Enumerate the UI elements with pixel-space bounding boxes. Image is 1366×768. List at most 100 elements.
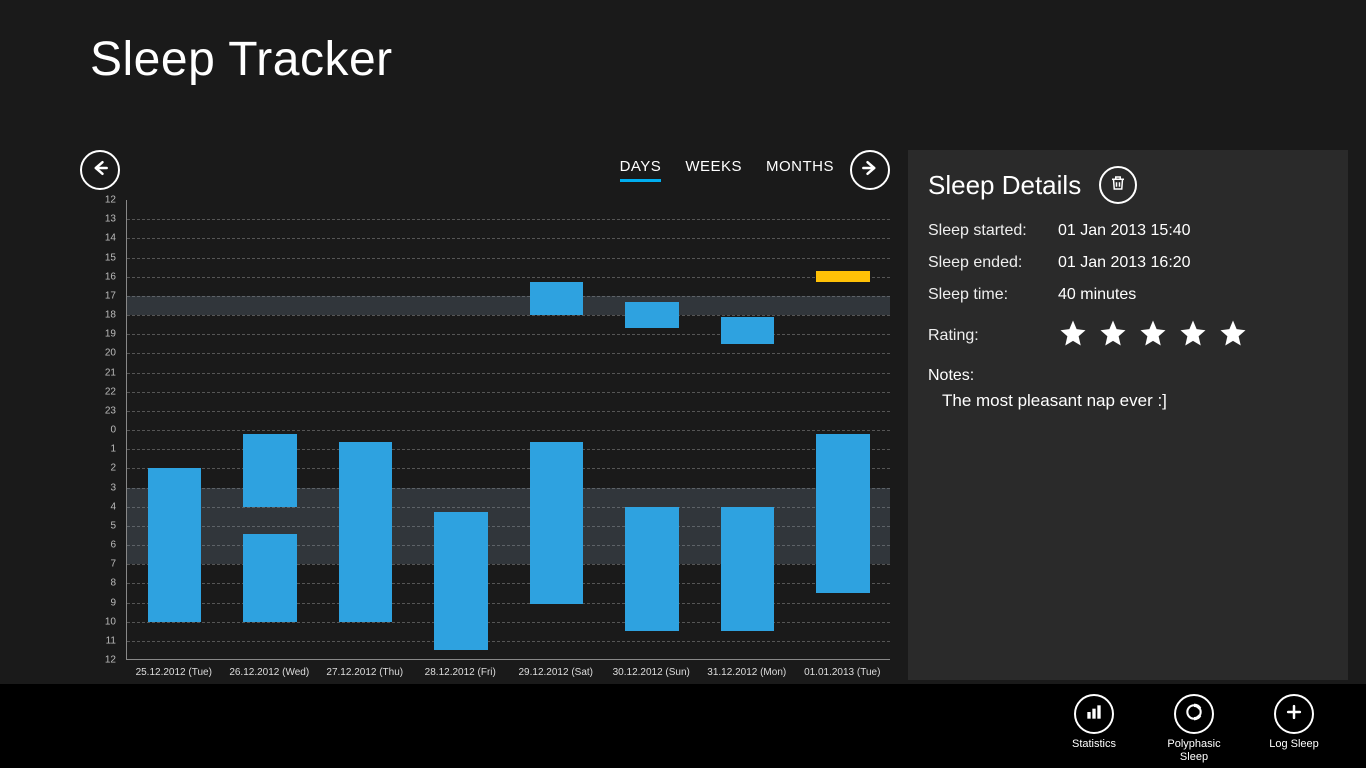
- sleep-bar[interactable]: [434, 512, 487, 650]
- sleep-bar[interactable]: [530, 442, 583, 605]
- x-tick: 26.12.2012 (Wed): [222, 667, 318, 678]
- star-icon[interactable]: [1138, 318, 1168, 353]
- y-axis: 1213141516171819202122230123456789101112: [80, 200, 122, 660]
- day-lane: [810, 200, 877, 659]
- appbar-label: PolyphasicSleep: [1167, 738, 1220, 764]
- y-tick: 20: [105, 348, 116, 359]
- sleep-bar[interactable]: [530, 282, 583, 315]
- sleep-bar[interactable]: [243, 434, 296, 507]
- star-icon[interactable]: [1058, 318, 1088, 353]
- y-tick: 0: [110, 425, 116, 436]
- details-panel: Sleep Details Sleep started: 01 Jan 2013…: [908, 150, 1348, 680]
- detail-row-time: Sleep time: 40 minutes: [928, 286, 1328, 304]
- rating-stars[interactable]: [1058, 318, 1248, 353]
- app-title: Sleep Tracker: [90, 32, 393, 87]
- sleep-bar[interactable]: [625, 507, 678, 632]
- detail-label: Rating:: [928, 327, 1058, 345]
- arrow-left-icon: [90, 158, 110, 183]
- y-tick: 10: [105, 616, 116, 627]
- bar-chart-icon: [1084, 702, 1104, 727]
- detail-row-started: Sleep started: 01 Jan 2013 15:40: [928, 222, 1328, 240]
- y-tick: 2: [110, 463, 116, 474]
- sleep-bar[interactable]: [721, 317, 774, 344]
- x-tick: 31.12.2012 (Mon): [699, 667, 795, 678]
- day-lane: [332, 200, 399, 659]
- x-tick: 25.12.2012 (Tue): [126, 667, 222, 678]
- y-tick: 16: [105, 271, 116, 282]
- x-tick: 28.12.2012 (Fri): [413, 667, 509, 678]
- y-tick: 22: [105, 386, 116, 397]
- detail-value: 01 Jan 2013 16:20: [1058, 254, 1191, 272]
- detail-value: 40 minutes: [1058, 286, 1136, 304]
- y-tick: 17: [105, 290, 116, 301]
- day-lane: [141, 200, 208, 659]
- plot-area: [126, 200, 890, 660]
- y-tick: 4: [110, 501, 116, 512]
- y-tick: 12: [105, 195, 116, 206]
- sleep-chart: 1213141516171819202122230123456789101112…: [80, 200, 890, 680]
- y-tick: 11: [106, 635, 116, 646]
- y-tick: 14: [105, 233, 116, 244]
- y-tick: 9: [110, 597, 116, 608]
- detail-label: Sleep time:: [928, 286, 1058, 304]
- tab-months[interactable]: MONTHS: [766, 158, 834, 182]
- day-lane: [523, 200, 590, 659]
- day-lane: [619, 200, 686, 659]
- y-tick: 13: [105, 214, 116, 225]
- day-lane: [237, 200, 304, 659]
- chart-panel: DAYSWEEKSMONTHS 121314151617181920212223…: [80, 150, 890, 680]
- y-tick: 15: [105, 252, 116, 263]
- sleep-bar[interactable]: [721, 507, 774, 632]
- next-button[interactable]: [850, 150, 890, 190]
- trash-icon: [1109, 174, 1127, 197]
- x-tick: 30.12.2012 (Sun): [604, 667, 700, 678]
- tab-days[interactable]: DAYS: [620, 158, 662, 182]
- y-tick: 18: [105, 310, 116, 321]
- y-tick: 3: [110, 482, 116, 493]
- y-tick: 23: [105, 405, 116, 416]
- sleep-bar[interactable]: [816, 434, 869, 593]
- notes-text: The most pleasant nap ever :]: [928, 391, 1328, 411]
- polyphasic-button[interactable]: PolyphasicSleep: [1158, 694, 1230, 764]
- y-tick: 12: [105, 655, 116, 666]
- range-tabs: DAYS WEEKS MONTHS: [620, 158, 834, 182]
- day-lane: [428, 200, 495, 659]
- x-tick: 01.01.2013 (Tue): [795, 667, 891, 678]
- y-tick: 5: [110, 520, 116, 531]
- star-icon[interactable]: [1098, 318, 1128, 353]
- y-tick: 7: [110, 559, 116, 570]
- log-sleep-button[interactable]: Log Sleep: [1258, 694, 1330, 751]
- detail-label: Sleep started:: [928, 222, 1058, 240]
- statistics-button[interactable]: Statistics: [1058, 694, 1130, 751]
- x-tick: 29.12.2012 (Sat): [508, 667, 604, 678]
- prev-button[interactable]: [80, 150, 120, 190]
- detail-row-rating: Rating:: [928, 318, 1328, 353]
- y-tick: 1: [110, 444, 116, 455]
- star-icon[interactable]: [1218, 318, 1248, 353]
- day-lane: [714, 200, 781, 659]
- chart-toolbar: DAYS WEEKS MONTHS: [80, 150, 890, 190]
- sleep-bar[interactable]: [243, 534, 296, 622]
- delete-button[interactable]: [1099, 166, 1137, 204]
- x-tick: 27.12.2012 (Thu): [317, 667, 413, 678]
- plus-icon: [1284, 702, 1304, 727]
- y-tick: 8: [110, 578, 116, 589]
- detail-label: Sleep ended:: [928, 254, 1058, 272]
- tab-weeks[interactable]: WEEKS: [685, 158, 742, 182]
- sleep-bar[interactable]: [148, 468, 201, 621]
- appbar-label: Log Sleep: [1269, 738, 1319, 751]
- details-title: Sleep Details: [928, 170, 1081, 201]
- y-tick: 6: [110, 540, 116, 551]
- y-tick: 21: [105, 367, 116, 378]
- sleep-bar-selected[interactable]: [816, 271, 869, 283]
- sleep-bar[interactable]: [339, 442, 392, 622]
- app-bar: Statistics PolyphasicSleep Log Sleep: [0, 684, 1366, 768]
- detail-row-ended: Sleep ended: 01 Jan 2013 16:20: [928, 254, 1328, 272]
- star-icon[interactable]: [1178, 318, 1208, 353]
- y-tick: 19: [105, 329, 116, 340]
- pie-segment-icon: [1184, 702, 1204, 727]
- sleep-bar[interactable]: [625, 302, 678, 329]
- notes-label: Notes:: [928, 367, 1328, 385]
- detail-value: 01 Jan 2013 15:40: [1058, 222, 1191, 240]
- appbar-label: Statistics: [1072, 738, 1116, 751]
